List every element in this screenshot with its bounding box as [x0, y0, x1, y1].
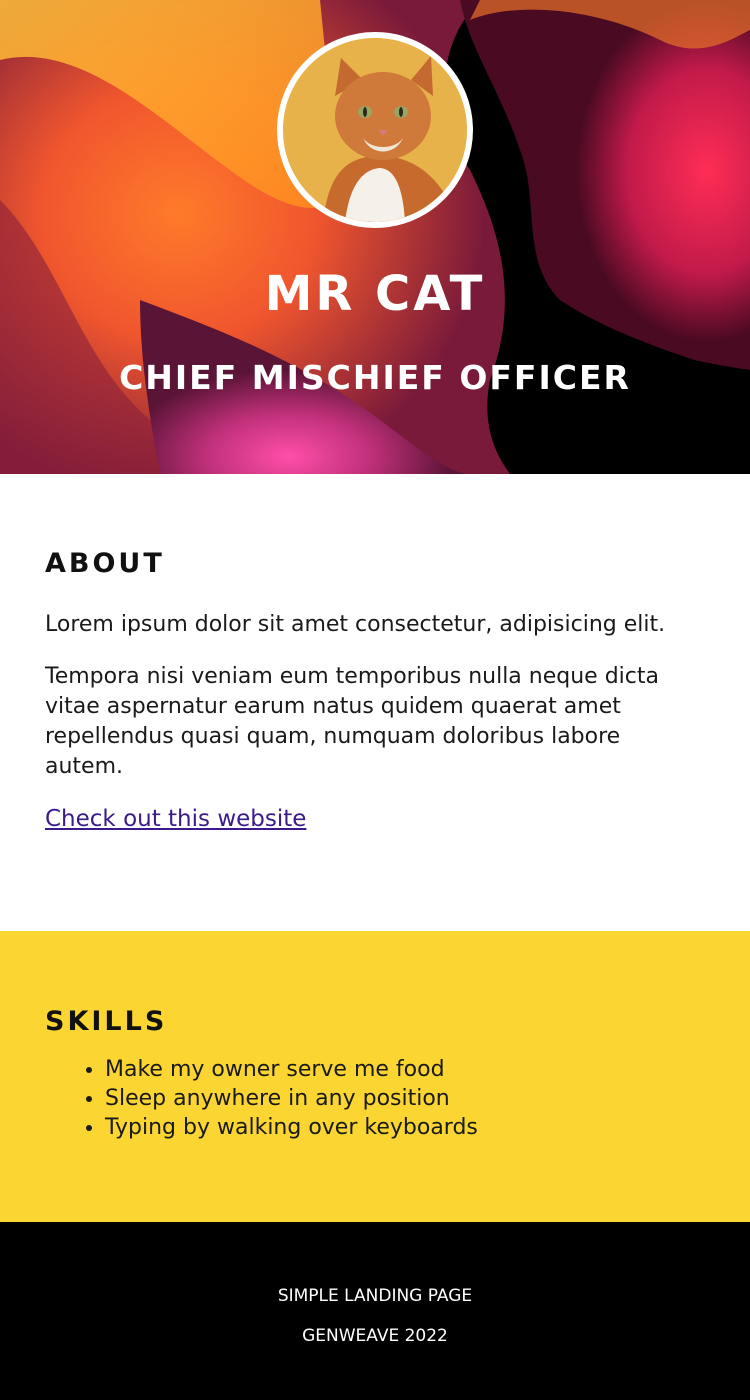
about-section: ABOUT Lorem ipsum dolor sit amet consect…: [0, 474, 750, 931]
footer-line-1: SIMPLE LANDING PAGE: [277, 1286, 473, 1306]
list-item: Typing by walking over keyboards: [105, 1113, 705, 1142]
cat-photo-icon: [283, 38, 467, 222]
footer-line-2: GENWEAVE 2022: [302, 1326, 448, 1346]
skills-heading: SKILLS: [45, 1006, 168, 1037]
page-footer: SIMPLE LANDING PAGE GENWEAVE 2022: [0, 1222, 750, 1400]
profile-name: MR CAT: [264, 266, 486, 322]
list-item: Sleep anywhere in any position: [105, 1084, 705, 1113]
profile-title: CHIEF MISCHIEF OFFICER: [119, 358, 631, 397]
about-paragraph-1: Lorem ipsum dolor sit amet consectetur, …: [45, 612, 666, 637]
about-paragraph-2: Tempora nisi veniam eum temporibus nulla…: [45, 664, 659, 779]
website-link[interactable]: Check out this website: [45, 804, 306, 834]
hero-banner: MR CAT CHIEF MISCHIEF OFFICER: [0, 0, 750, 474]
skills-section: SKILLS Make my owner serve me food Sleep…: [0, 931, 750, 1222]
avatar: [277, 32, 473, 228]
skills-list: Make my owner serve me food Sleep anywhe…: [45, 1055, 705, 1142]
list-item: Make my owner serve me food: [105, 1055, 705, 1084]
about-heading: ABOUT: [45, 548, 165, 579]
